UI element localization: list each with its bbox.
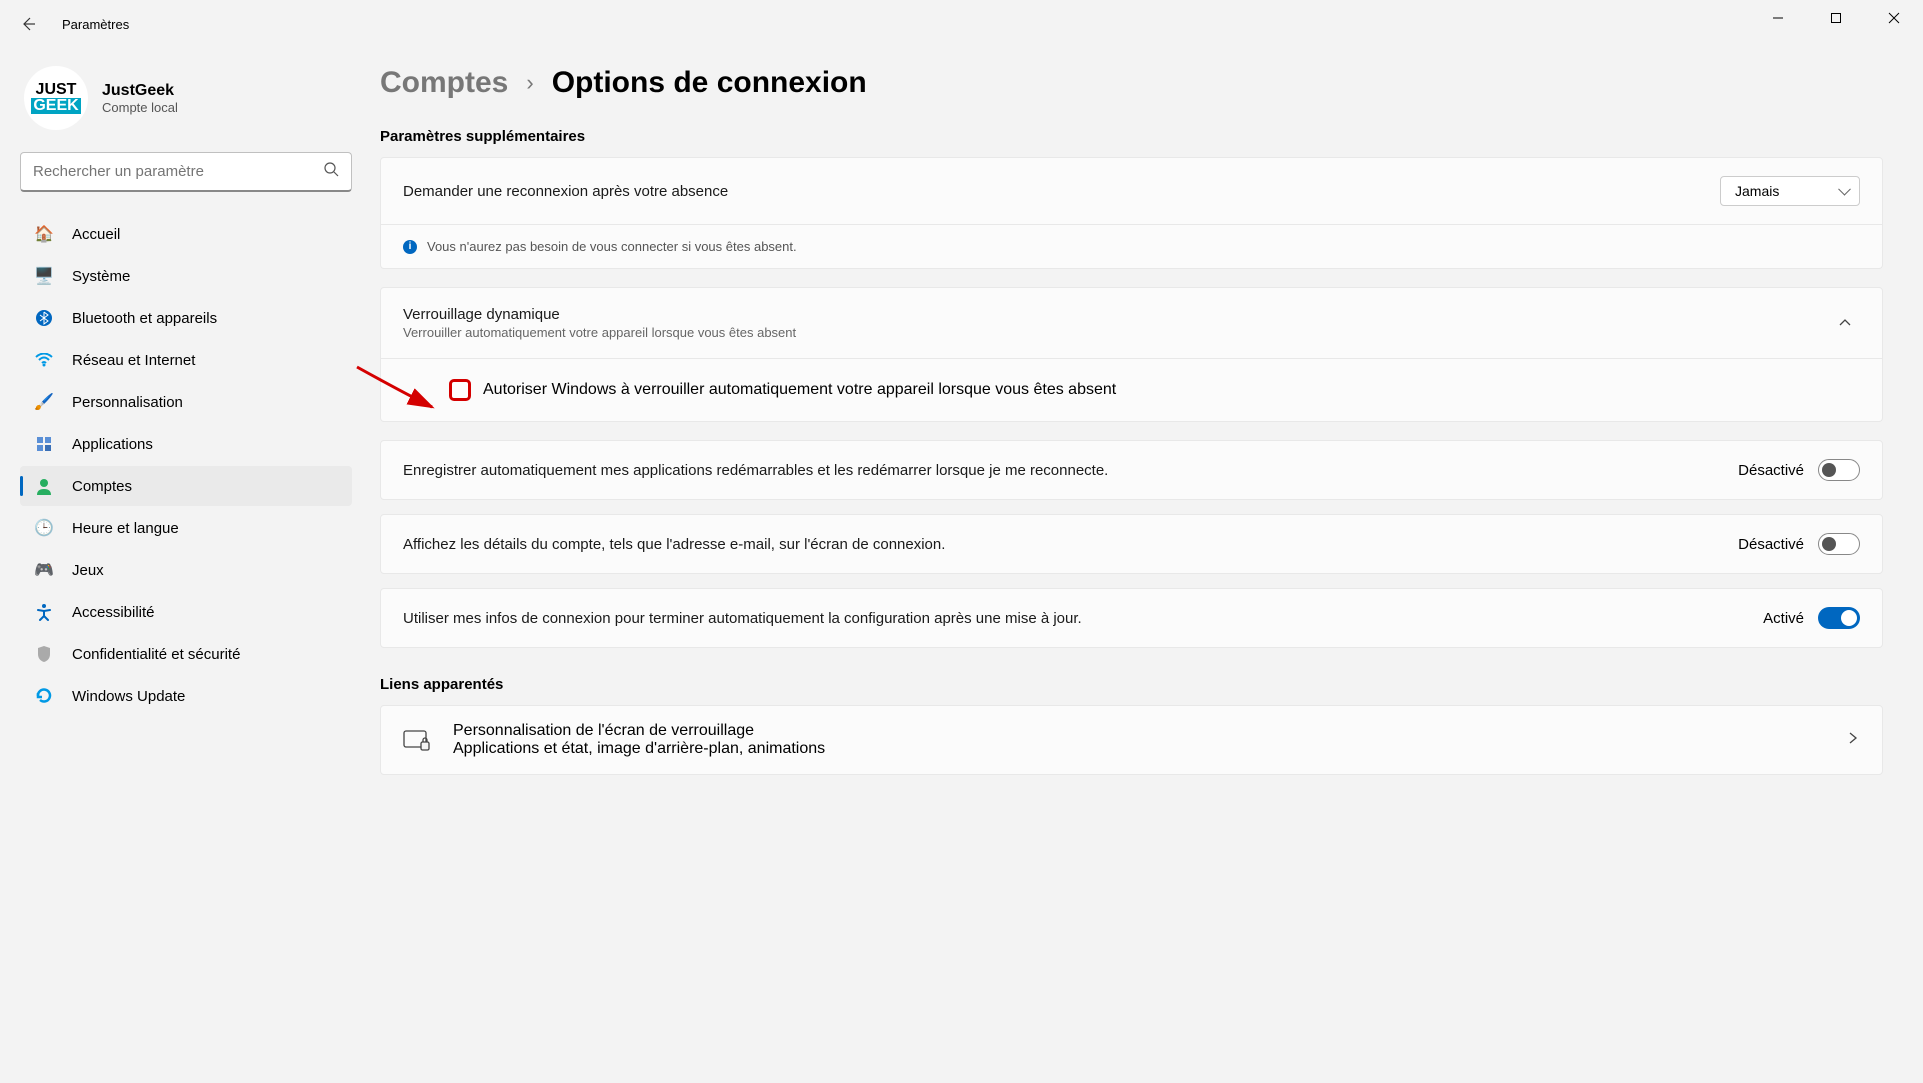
toggle-state: Désactivé — [1738, 536, 1804, 553]
nav-item-accounts[interactable]: Comptes — [20, 466, 352, 506]
nav-item-bluetooth[interactable]: Bluetooth et appareils — [20, 298, 352, 338]
maximize-button[interactable] — [1807, 0, 1865, 36]
nav-label: Bluetooth et appareils — [72, 310, 217, 327]
clock-icon: 🕒 — [34, 518, 54, 538]
nav-item-home[interactable]: 🏠 Accueil — [20, 214, 352, 254]
auto-finish-toggle[interactable] — [1818, 607, 1860, 629]
nav-item-system[interactable]: 🖥️ Système — [20, 256, 352, 296]
show-details-toggle[interactable] — [1818, 533, 1860, 555]
nav-item-accessibility[interactable]: Accessibilité — [20, 592, 352, 632]
setting-require-signin[interactable]: Demander une reconnexion après votre abs… — [380, 157, 1883, 225]
apps-icon — [34, 434, 54, 454]
avatar: JUST GEEK — [24, 66, 88, 130]
nav-label: Accessibilité — [72, 604, 155, 621]
bluetooth-icon — [34, 308, 54, 328]
nav-item-network[interactable]: Réseau et Internet — [20, 340, 352, 380]
chevron-right-icon — [1846, 731, 1860, 750]
dynamic-lock-checkbox-row[interactable]: Autoriser Windows à verrouiller automati… — [380, 359, 1883, 422]
back-button[interactable] — [8, 4, 48, 44]
nav-item-update[interactable]: Windows Update — [20, 676, 352, 716]
toggle-state: Désactivé — [1738, 462, 1804, 479]
breadcrumb-parent[interactable]: Comptes — [380, 66, 508, 100]
setting-label: Affichez les détails du compte, tels que… — [403, 536, 945, 553]
setting-label: Utiliser mes infos de connexion pour ter… — [403, 610, 1082, 627]
nav-item-personalization[interactable]: 🖌️ Personnalisation — [20, 382, 352, 422]
nav-label: Réseau et Internet — [72, 352, 195, 369]
system-icon: 🖥️ — [34, 266, 54, 286]
checkbox-label: Autoriser Windows à verrouiller automati… — [483, 381, 1116, 399]
setting-dynamic-lock[interactable]: Verrouillage dynamique Verrouiller autom… — [380, 287, 1883, 359]
section-additional-settings: Paramètres supplémentaires — [380, 128, 1883, 145]
nav-item-time[interactable]: 🕒 Heure et langue — [20, 508, 352, 548]
setting-auto-finish-setup[interactable]: Utiliser mes infos de connexion pour ter… — [380, 588, 1883, 648]
user-subtitle: Compte local — [102, 100, 178, 115]
link-title: Personnalisation de l'écran de verrouill… — [453, 722, 1824, 740]
shield-icon — [34, 644, 54, 664]
section-related-links: Liens apparentés — [380, 676, 1883, 693]
user-name: JustGeek — [102, 82, 178, 100]
nav-label: Comptes — [72, 478, 132, 495]
brush-icon: 🖌️ — [34, 392, 54, 412]
gamepad-icon: 🎮 — [34, 560, 54, 580]
nav-label: Applications — [72, 436, 153, 453]
nav-label: Personnalisation — [72, 394, 183, 411]
nav-item-games[interactable]: 🎮 Jeux — [20, 550, 352, 590]
require-signin-dropdown[interactable]: Jamais — [1720, 176, 1860, 206]
setting-label: Demander une reconnexion après votre abs… — [403, 183, 728, 200]
nav-label: Confidentialité et sécurité — [72, 646, 240, 663]
setting-show-account-details[interactable]: Affichez les détails du compte, tels que… — [380, 514, 1883, 574]
lockscreen-icon — [403, 728, 431, 752]
nav-label: Windows Update — [72, 688, 185, 705]
nav-label: Jeux — [72, 562, 104, 579]
person-icon — [34, 476, 54, 496]
search-input-container[interactable] — [20, 152, 352, 192]
user-profile[interactable]: JUST GEEK JustGeek Compte local — [20, 48, 352, 152]
close-button[interactable] — [1865, 0, 1923, 36]
setting-label: Enregistrer automatiquement mes applicat… — [403, 462, 1108, 479]
nav-item-privacy[interactable]: Confidentialité et sécurité — [20, 634, 352, 674]
setting-label: Verrouillage dynamique — [403, 306, 796, 323]
page-title: Options de connexion — [552, 66, 867, 100]
nav-label: Système — [72, 268, 130, 285]
link-lockscreen-personalization[interactable]: Personnalisation de l'écran de verrouill… — [380, 705, 1883, 775]
setting-restart-apps[interactable]: Enregistrer automatiquement mes applicat… — [380, 440, 1883, 500]
toggle-state: Activé — [1763, 610, 1804, 627]
search-icon — [323, 161, 339, 182]
info-text: Vous n'aurez pas besoin de vous connecte… — [427, 239, 797, 254]
nav-label: Accueil — [72, 226, 120, 243]
info-icon: i — [403, 240, 417, 254]
setting-sublabel: Verrouiller automatiquement votre appare… — [403, 325, 796, 340]
chevron-right-icon: › — [526, 70, 533, 96]
link-subtitle: Applications et état, image d'arrière-pl… — [453, 740, 1824, 758]
info-banner: i Vous n'aurez pas besoin de vous connec… — [380, 225, 1883, 269]
wifi-icon — [34, 350, 54, 370]
accessibility-icon — [34, 602, 54, 622]
nav-label: Heure et langue — [72, 520, 179, 537]
home-icon: 🏠 — [34, 224, 54, 244]
nav-item-apps[interactable]: Applications — [20, 424, 352, 464]
window-title: Paramètres — [62, 17, 129, 32]
dynamic-lock-checkbox[interactable] — [449, 379, 471, 401]
update-icon — [34, 686, 54, 706]
breadcrumb: Comptes › Options de connexion — [380, 66, 1883, 100]
collapse-button[interactable] — [1830, 308, 1860, 338]
minimize-button[interactable] — [1749, 0, 1807, 36]
restart-apps-toggle[interactable] — [1818, 459, 1860, 481]
search-input[interactable] — [33, 163, 323, 180]
